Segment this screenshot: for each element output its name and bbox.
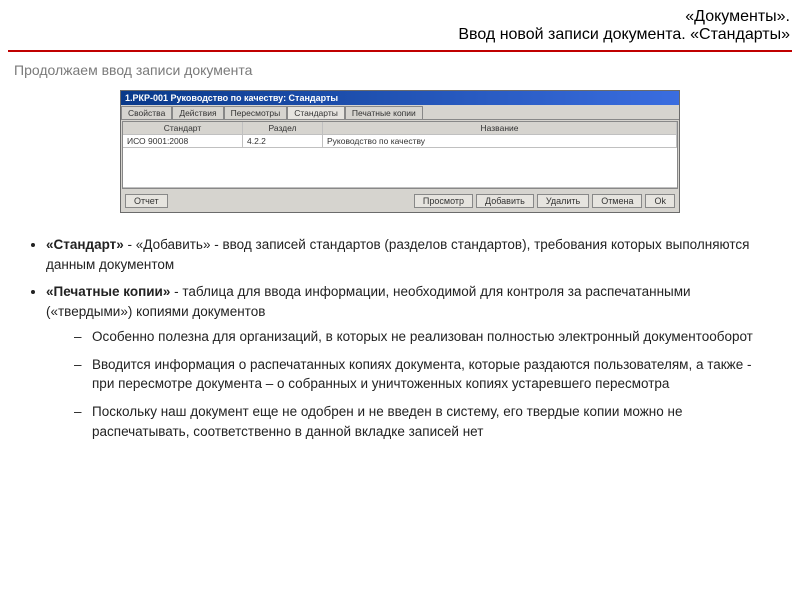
bold-print-copies: «Печатные копии» (46, 284, 170, 299)
delete-button[interactable]: Удалить (537, 194, 589, 208)
view-button[interactable]: Просмотр (414, 194, 473, 208)
body-content: «Стандарт» - «Добавить» - ввод записей с… (0, 225, 800, 441)
sub-bullet-1: Особенно полезна для организаций, в кото… (74, 327, 774, 347)
header-line1: «Документы». (10, 8, 790, 26)
slide-header: «Документы». Ввод новой записи документа… (0, 0, 800, 48)
grid-empty-space (123, 148, 677, 188)
cell-standard: ИСО 9001:2008 (123, 135, 243, 148)
cell-section: 4.2.2 (243, 135, 323, 148)
tab-standards[interactable]: Стандарты (287, 106, 345, 119)
col-standard: Стандарт (123, 122, 243, 135)
header-divider (8, 50, 792, 52)
dialog-window: 1.РКР-001 Руководство по качеству: Станд… (120, 90, 680, 213)
bullet-print-copies: «Печатные копии» - таблица для ввода инф… (46, 282, 774, 441)
button-bar: Отчет Просмотр Добавить Удалить Отмена O… (121, 190, 679, 212)
tab-strip: Свойства Действия Пересмотры Стандарты П… (121, 105, 679, 120)
col-name: Название (323, 122, 677, 135)
tab-actions[interactable]: Действия (172, 106, 223, 119)
report-button[interactable]: Отчет (125, 194, 168, 208)
tab-properties[interactable]: Свойства (121, 106, 172, 119)
col-section: Раздел (243, 122, 323, 135)
header-line2: Ввод новой записи документа. «Стандарты» (10, 26, 790, 44)
sub-bullet-2: Вводится информация о распечатанных копи… (74, 355, 774, 394)
text-standard: - «Добавить» - ввод записей стандартов (… (46, 237, 749, 272)
add-button[interactable]: Добавить (476, 194, 534, 208)
sub-bullet-3: Поскольку наш документ еще не одобрен и … (74, 402, 774, 441)
tab-print-copies[interactable]: Печатные копии (345, 106, 423, 119)
grid-row[interactable]: ИСО 9001:2008 4.2.2 Руководство по качес… (123, 135, 677, 148)
grid-header: Стандарт Раздел Название (123, 122, 677, 135)
bullet-standard: «Стандарт» - «Добавить» - ввод записей с… (46, 235, 774, 274)
cell-name: Руководство по качеству (323, 135, 677, 148)
cancel-button[interactable]: Отмена (592, 194, 642, 208)
subtitle: Продолжаем ввод записи документа (0, 62, 800, 86)
tab-revisions[interactable]: Пересмотры (224, 106, 288, 119)
ok-button[interactable]: Ok (645, 194, 675, 208)
standards-grid: Стандарт Раздел Название ИСО 9001:2008 4… (122, 121, 678, 189)
window-title: 1.РКР-001 Руководство по качеству: Станд… (121, 91, 679, 105)
bold-standard: «Стандарт» (46, 237, 124, 252)
